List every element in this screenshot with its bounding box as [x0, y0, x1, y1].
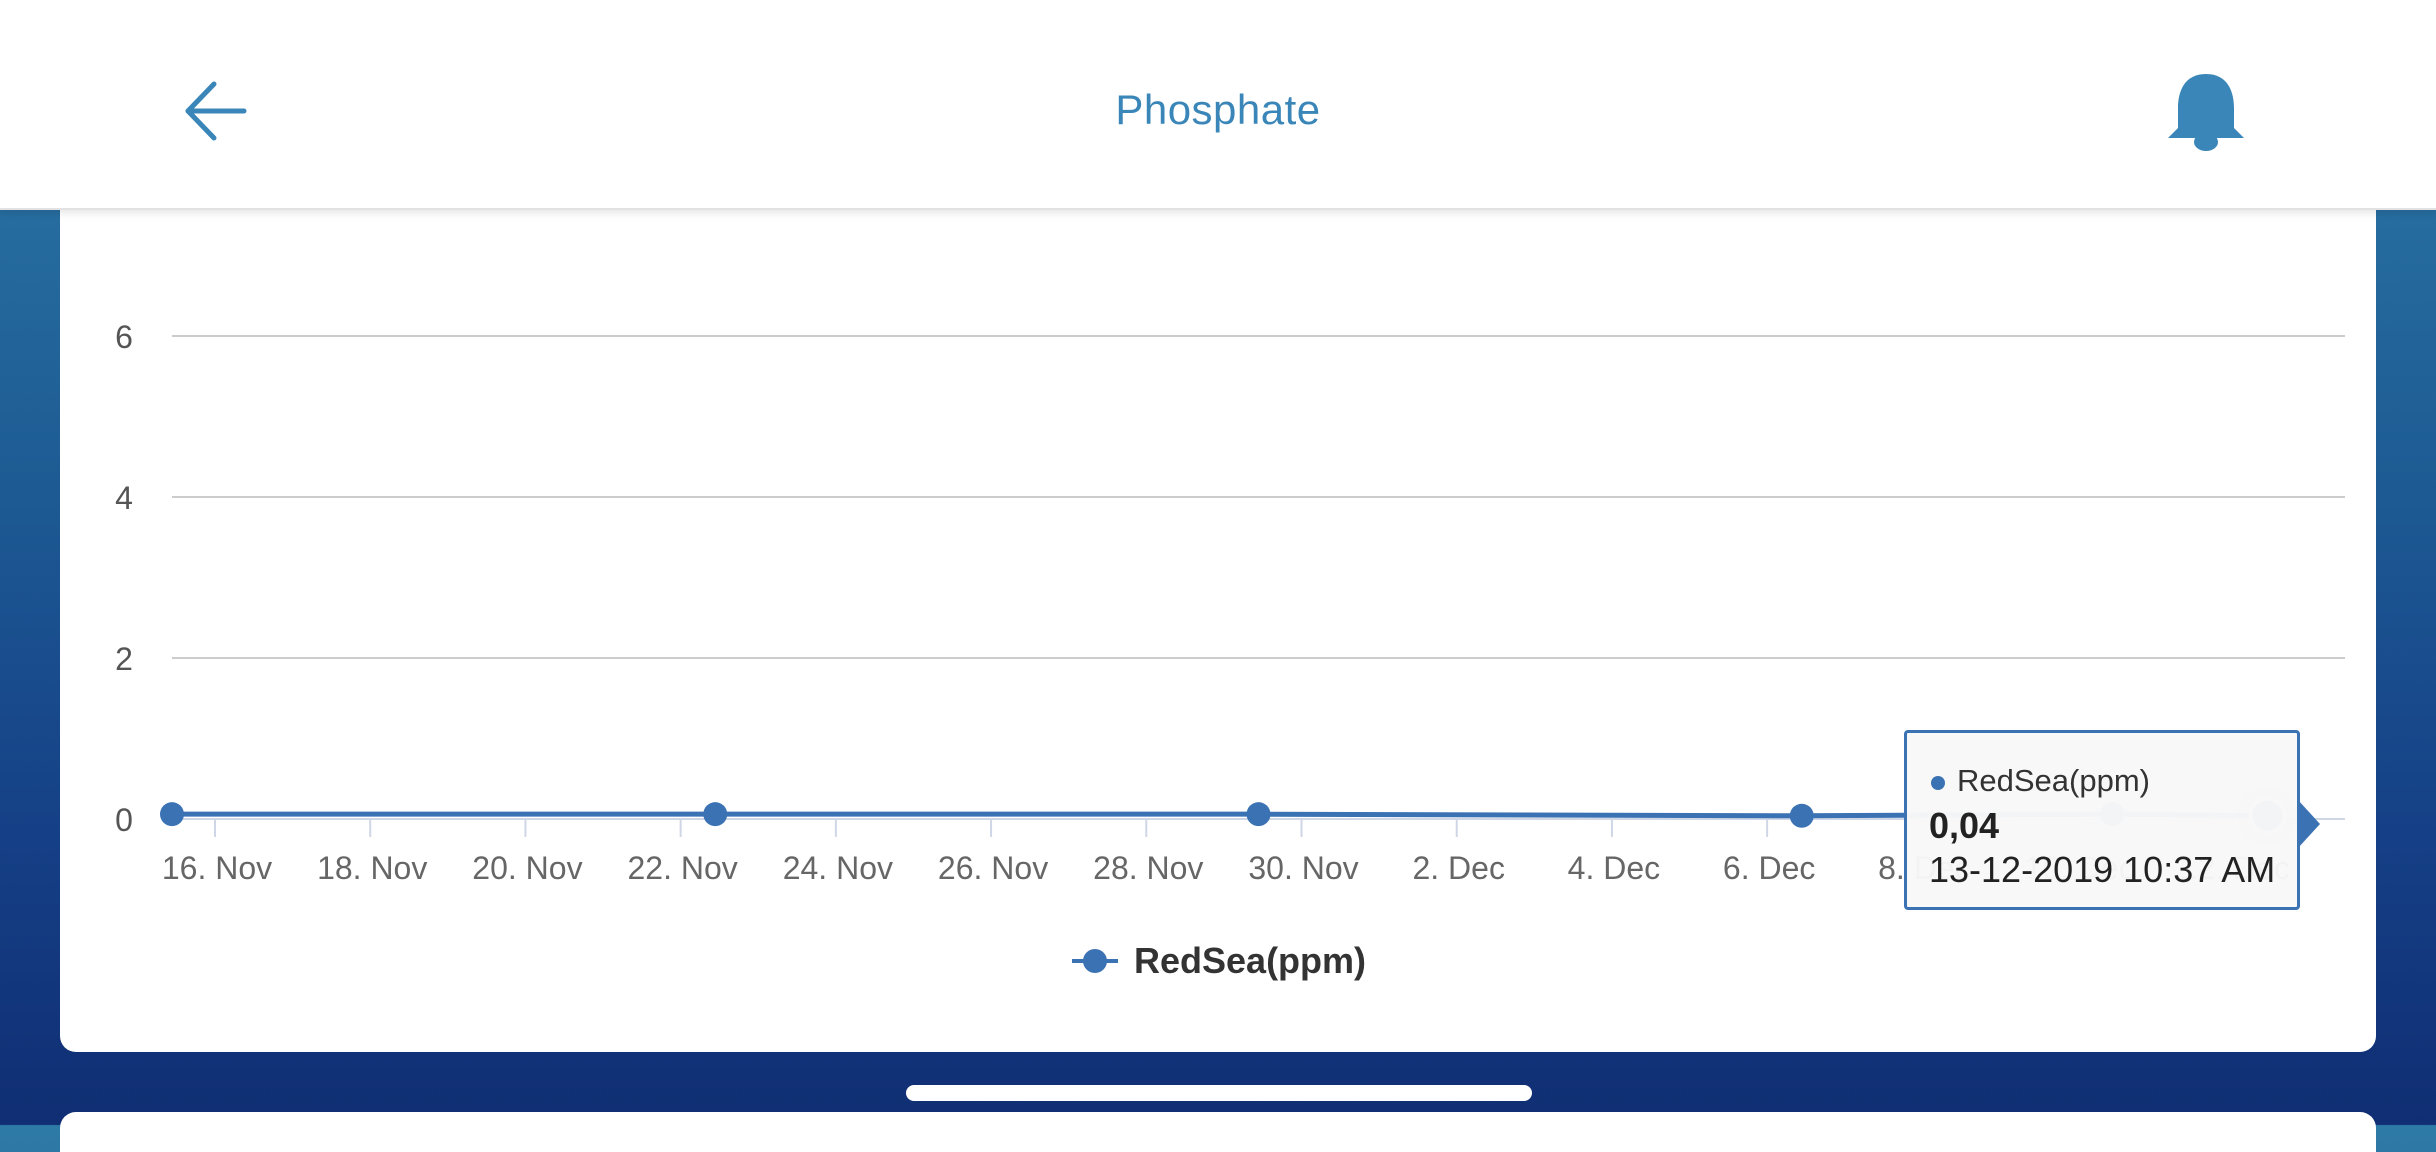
x-tick-label: 26. Nov — [938, 850, 1048, 886]
chart-card: 0 2 4 6 16. Nov 18. Nov 20. Nov 22. Nov 24. Nov… — [60, 190, 2376, 1052]
tooltip-series-dot — [1931, 776, 1945, 790]
legend-label: RedSea(ppm) — [1134, 940, 1366, 981]
data-point — [1789, 803, 1814, 828]
y-tick-label: 0 — [115, 802, 133, 838]
x-tick-label: 30. Nov — [1248, 850, 1358, 886]
chart-tooltip: RedSea(ppm) 0,04 13-12-2019 10:37 AM — [1904, 730, 2300, 910]
app-header: Phosphate — [0, 0, 2436, 210]
tooltip-pointer — [2298, 800, 2320, 848]
tooltip-series-name: RedSea(ppm) — [1957, 763, 2150, 798]
x-tick-label: 2. Dec — [1412, 850, 1504, 886]
x-tick-label: 22. Nov — [628, 850, 738, 886]
page-title: Phosphate — [1115, 86, 1321, 133]
x-tick-label: 16. Nov — [162, 850, 272, 886]
legend-marker — [1083, 949, 1107, 973]
x-tick-label: 4. Dec — [1568, 850, 1660, 886]
x-tick-label: 6. Dec — [1723, 850, 1815, 886]
y-tick-label: 2 — [115, 641, 133, 677]
y-tick-label: 4 — [115, 480, 133, 516]
data-point — [703, 802, 728, 827]
bell-icon — [2168, 74, 2244, 151]
y-tick-label: 6 — [115, 319, 133, 355]
data-point — [1246, 802, 1271, 827]
phosphate-line-chart: 0 2 4 6 16. Nov 18. Nov 20. Nov 22. Nov 24. Nov… — [115, 319, 2345, 981]
tooltip-time: 13-12-2019 10:37 AM — [1929, 849, 2276, 890]
next-card — [60, 1112, 2376, 1152]
x-tick-label: 28. Nov — [1093, 850, 1203, 886]
tooltip-value: 0,04 — [1929, 805, 2000, 846]
x-tick-label: 18. Nov — [317, 850, 427, 886]
home-indicator[interactable] — [906, 1085, 1532, 1101]
notifications-button[interactable] — [2162, 70, 2250, 152]
x-tick-label: 24. Nov — [783, 850, 893, 886]
data-point — [160, 802, 184, 827]
x-tick-label: 20. Nov — [472, 850, 582, 886]
